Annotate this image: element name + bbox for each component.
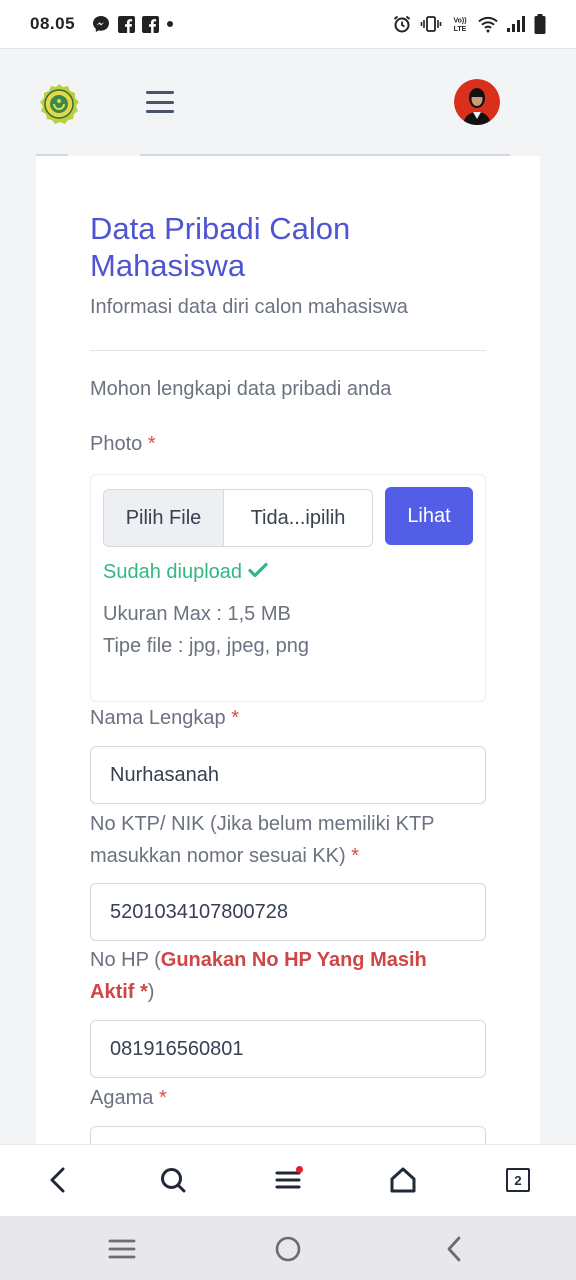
page-content: Data Pribadi Calon Mahasiswa Informasi d… [0,154,576,1144]
full-name-input[interactable]: Nurhasanah [90,746,486,804]
notification-dot [296,1166,303,1173]
page-title: Data Pribadi Calon Mahasiswa [90,211,351,283]
svg-text:LTE: LTE [454,26,467,33]
user-avatar[interactable] [454,79,500,125]
phone-label: No HP (Gunakan No HP Yang Masih Aktif *) [90,949,427,1003]
divider [90,350,486,351]
nik-input[interactable]: 5201034107800728 [90,883,486,941]
facebook-icon [118,15,136,33]
phone-warning-cont: Aktif * [90,981,148,1003]
back-icon[interactable] [437,1232,471,1266]
file-input[interactable]: Pilih File Tida...ipilih [103,489,373,547]
photo-label: Photo * [90,433,156,455]
signal-icon [506,16,526,32]
page-subtitle: Informasi data diri calon mahasiswa [90,296,408,318]
back-icon[interactable] [41,1163,75,1197]
menu-icon[interactable] [271,1163,305,1197]
max-size-info: Ukuran Max : 1,5 MB [103,603,291,625]
file-name-display: Tida...ipilih [250,506,346,529]
volte-icon: Vo)) LTE [450,15,470,34]
required-mark: * [231,707,240,729]
religion-select[interactable] [90,1126,486,1144]
form-card: Data Pribadi Calon Mahasiswa Informasi d… [36,156,540,1144]
hamburger-icon[interactable] [146,91,174,113]
home-icon[interactable] [386,1163,420,1197]
required-mark: * [147,433,156,455]
dot-icon [166,20,174,28]
battery-icon [534,14,546,34]
clock: 08.05 [30,14,76,33]
system-icons: Vo)) LTE [392,14,546,34]
wifi-icon [478,15,498,33]
vibrate-icon [420,15,442,33]
required-mark: * [158,1087,167,1109]
university-logo[interactable] [38,83,80,125]
upload-status: Sudah diupload [103,561,268,584]
messenger-icon [91,14,111,34]
required-mark: * [351,845,360,867]
status-bar: 08.05 Vo)) LTE [0,0,576,48]
alarm-icon [392,14,412,34]
file-type-info: Tipe file : jpg, jpeg, png [103,635,310,657]
phone-input[interactable]: 081916560801 [90,1020,486,1078]
choose-file-button[interactable]: Pilih File [104,490,224,546]
phone-warning: Gunakan No HP Yang Masih [160,949,427,971]
search-icon[interactable] [156,1163,190,1197]
system-nav-bar [0,1216,576,1280]
facebook-icon [142,15,160,33]
browser-toolbar: 2 [0,1144,576,1216]
home-circle-icon[interactable] [271,1232,305,1266]
app-header [0,48,576,154]
upload-status-text: Sudah diupload [103,561,243,583]
nik-label: No KTP/ NIK (Jika belum memiliki KTP mas… [90,813,435,867]
notification-icons [91,14,174,34]
full-name-label: Nama Lengkap * [90,707,240,729]
check-icon [248,561,268,584]
svg-text:Vo)): Vo)) [453,18,466,25]
recents-icon[interactable] [105,1232,139,1266]
tabs-icon[interactable]: 2 [501,1163,535,1197]
photo-upload-box: Pilih File Tida...ipilih Lihat Sudah diu… [90,474,486,702]
tab-count: 2 [506,1168,530,1192]
view-photo-button[interactable]: Lihat [385,487,473,545]
intro-text: Mohon lengkapi data pribadi anda [90,378,392,400]
religion-label: Agama * [90,1087,167,1109]
